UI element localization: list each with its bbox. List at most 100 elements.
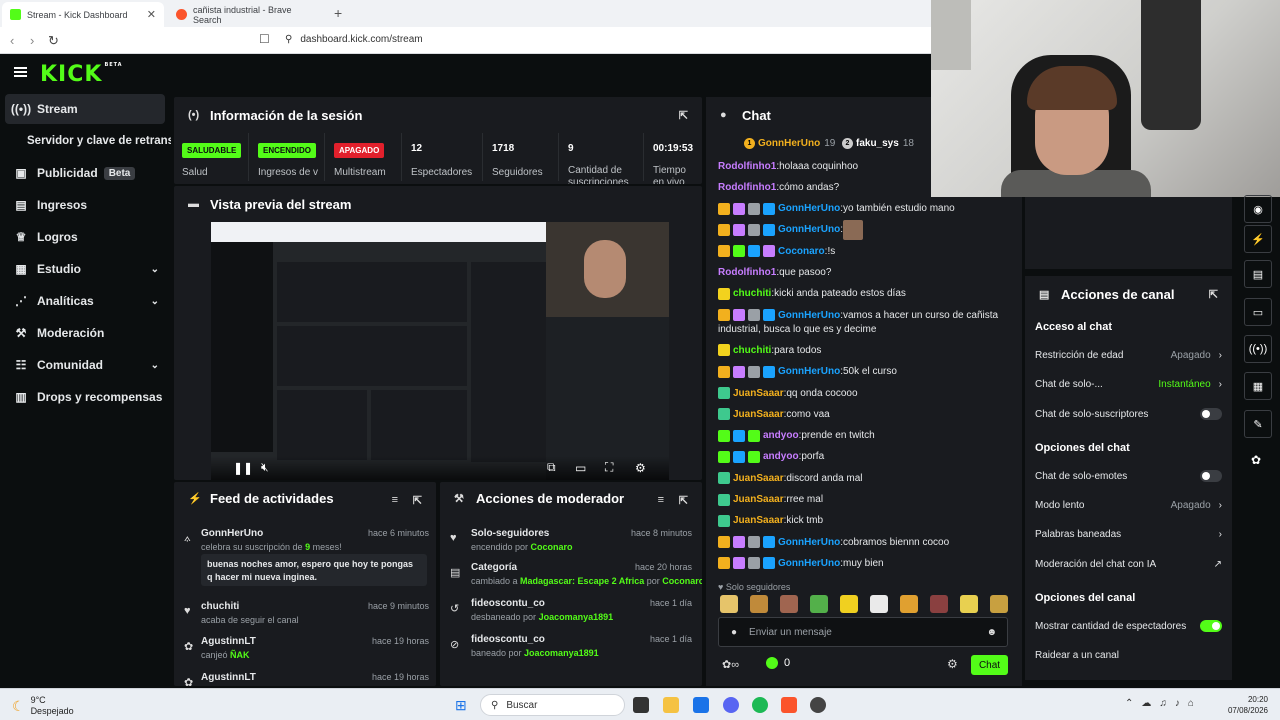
chat-username[interactable]: andyoo [763,451,799,462]
close-tab-icon[interactable]: ✕ [147,8,156,21]
chat-username[interactable]: GonnHerUno [778,310,840,321]
chat-username[interactable]: JuanSaaar [733,409,784,420]
sidebar-item-ads[interactable]: ▣ Publicidad Beta [5,158,165,188]
chat-leader[interactable]: 1 GonnHerUno 19 [744,135,835,151]
chat-username[interactable]: GonnHerUno [778,366,840,377]
feed-username[interactable]: chuchiti [201,601,239,612]
tab-brave-search[interactable]: cañista industrial - Brave Search [168,2,328,27]
taskbar-clock[interactable]: 20:20 07/08/2026 [1228,694,1268,716]
emote-icon[interactable] [810,595,828,613]
system-tray[interactable]: ⌃☁♫♪⌂ [1125,698,1202,709]
chat-username[interactable]: JuanSaaar [733,473,784,484]
pause-icon[interactable]: ❚❚ [233,461,253,475]
ai-moderation-row[interactable]: Moderación del chat con IA ↗ [1035,556,1222,572]
subscribers-only-toggle[interactable] [1200,408,1222,420]
filter-icon[interactable]: ≡ [392,494,398,506]
chat-username[interactable]: Rodolfinho1 [718,182,776,193]
chat-username[interactable]: Rodolfinho1 [718,161,776,172]
layout-icon[interactable]: ▦ [1244,372,1272,400]
popout-icon[interactable]: ⇱ [413,494,422,507]
sidebar-item-community[interactable]: ☷ Comunidad ⌄ [5,350,165,380]
sidebar-item-server-key[interactable]: Servidor y clave de retransmisión [5,126,171,156]
feed-username[interactable]: AgustinnLT [201,672,256,683]
chat-input[interactable]: ● Enviar un mensaje ☻ [718,617,1008,647]
chat-username[interactable]: GonnHerUno [778,224,840,235]
sidebar-item-studio[interactable]: ▦ Estudio ⌄ [5,254,165,284]
sidebar-item-achievements[interactable]: ♕ Logros [5,222,165,252]
video-player[interactable]: ❚❚ 🔇︎ ⧉ ▭ ⛶ ⚙ [211,222,669,480]
sidebar-item-moderation[interactable]: ⚒ Moderación [5,318,165,348]
raid-channel-row[interactable]: Raidear a un canal [1035,647,1222,663]
chat-username[interactable]: GonnHerUno [778,537,840,548]
back-icon[interactable]: ‹ [10,33,14,48]
emote-icon[interactable] [990,595,1008,613]
emotes-only-toggle[interactable] [1200,470,1222,482]
chat-username[interactable]: GonnHerUno [778,558,840,569]
pip-icon[interactable]: ⧉ [547,460,556,475]
emote-icon[interactable] [930,595,948,613]
sidebar-item-stream[interactable]: ((•)) Stream [5,94,165,124]
theater-icon[interactable]: ▭ [575,461,586,475]
taskbar-search[interactable]: ⚲ Buscar [480,694,625,716]
sidebar-item-revenue[interactable]: ▤ Ingresos [5,190,165,220]
brave-icon[interactable] [781,697,797,713]
chat-username[interactable]: JuanSaaar [733,494,784,505]
broadcast-icon[interactable]: ((•)) [1244,335,1272,363]
chat-username[interactable]: GonnHerUno [778,203,840,214]
camera-icon[interactable]: ◉ [1244,195,1272,223]
filter-icon[interactable]: ≡ [658,494,664,506]
app-icon[interactable] [810,697,826,713]
weather-widget[interactable]: ☾ 9°C Despejado [12,695,74,717]
show-viewer-count-toggle[interactable] [1200,620,1222,632]
settings-icon[interactable]: ⚙ [947,657,958,671]
lightning-icon[interactable]: ⚡ [1244,225,1272,253]
discord-icon[interactable] [723,697,739,713]
fullscreen-icon[interactable]: ⛶ [605,460,613,475]
reload-icon[interactable]: ↻ [48,33,59,49]
url-field[interactable]: ⚲ dashboard.kick.com/stream [285,34,423,45]
feed-username[interactable]: AgustinnLT [201,636,256,647]
channel-points[interactable]: 0 [766,657,790,669]
popout-icon[interactable]: ⇱ [1209,288,1218,301]
chat-leader[interactable]: 2 faku_sys 18 [842,135,914,151]
popout-icon[interactable]: ⇱ [679,494,688,507]
emote-icon[interactable] [750,595,768,613]
mod-action-user[interactable]: Joacomanya1891 [539,612,614,622]
emote-icon[interactable] [960,595,978,613]
chat-username[interactable]: JuanSaaar [733,388,784,399]
infinity-icon[interactable]: ✿∞ [722,658,739,671]
emote-icon[interactable] [870,595,888,613]
sidebar-item-analytics[interactable]: ⋰ Analíticas ⌄ [5,286,165,316]
emote-icon[interactable] [900,595,918,613]
banned-words-row[interactable]: Palabras baneadas › [1035,526,1222,542]
bookmark-icon[interactable]: ☐ [259,32,270,46]
file-explorer-icon[interactable] [663,697,679,713]
mod-action-user[interactable]: Coconaro [531,542,573,552]
store-icon[interactable] [693,697,709,713]
mute-icon[interactable]: 🔇︎ [261,460,269,475]
wrench-icon[interactable]: ✎ [1244,410,1272,438]
chat-username[interactable]: andyoo [763,430,799,441]
mod-action-user[interactable]: Coconaro [662,576,702,586]
kick-logo[interactable]: KICK BETA [40,62,123,87]
emote-icon[interactable] [780,595,798,613]
site-info-icon[interactable]: ⚲ [285,34,292,45]
slow-mode-row[interactable]: Modo lento Apagado › [1035,497,1222,513]
chat-username[interactable]: chuchiti [733,345,771,356]
send-chat-button[interactable]: Chat [971,655,1008,675]
windows-start-icon[interactable]: ⊞ [455,697,467,714]
emoji-icon[interactable]: ☻ [986,627,997,638]
widgets-icon[interactable]: ✿ [1251,453,1261,467]
task-view-icon[interactable] [633,697,649,713]
chat-image[interactable] [843,219,863,240]
emote-icon[interactable] [840,595,858,613]
chat-username[interactable]: JuanSaaar [733,515,784,526]
settings-icon[interactable]: ⚙ [635,461,646,475]
mod-action-user[interactable]: Joacomanya1891 [524,648,599,658]
chat-bubble-icon[interactable]: ▭ [1244,298,1272,326]
age-restriction-row[interactable]: Restricción de edad Apagado › [1035,347,1222,363]
feed-username[interactable]: GonnHerUno [201,528,263,539]
chat-username[interactable]: Rodolfinho1 [718,267,776,278]
popout-icon[interactable]: ⇱ [679,109,688,122]
menu-icon[interactable] [14,67,27,77]
